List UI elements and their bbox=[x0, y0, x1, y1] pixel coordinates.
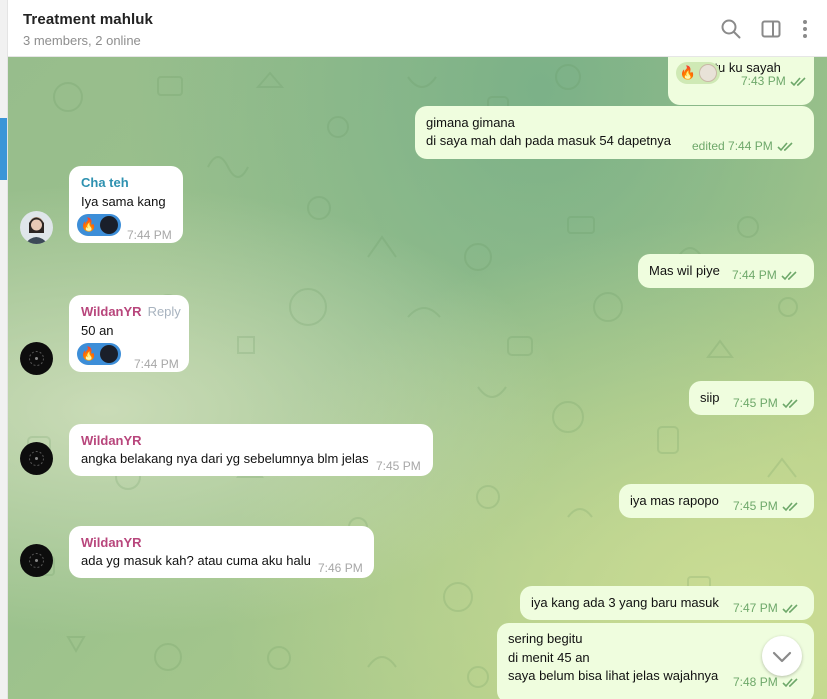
reaction-emoji: 🔥 bbox=[80, 217, 98, 232]
sender-name[interactable]: Cha teh bbox=[81, 174, 129, 192]
reactor-avatar bbox=[699, 64, 717, 82]
chat-area[interactable]: di bantu ku sayah 🔥 7:43 PM gimana giman… bbox=[8, 57, 827, 699]
reaction-emoji: 🔥 bbox=[679, 65, 697, 80]
chat-title[interactable]: Treatment mahluk bbox=[23, 11, 153, 28]
message-bubble-incoming[interactable]: WildanYR angka belakang nya dari yg sebe… bbox=[69, 424, 433, 476]
chat-header: Treatment mahluk 3 members, 2 online bbox=[8, 0, 827, 57]
chevron-down-icon bbox=[772, 651, 792, 663]
more-vertical-icon[interactable] bbox=[793, 17, 817, 41]
message-timestamp: 7:44 PM bbox=[127, 228, 172, 242]
avatar-wildanyr[interactable] bbox=[20, 342, 53, 375]
double-check-icon bbox=[782, 604, 798, 614]
message-timestamp: edited 7:44 PM bbox=[692, 137, 795, 155]
double-check-icon bbox=[782, 678, 798, 688]
avatar-wildanyr[interactable] bbox=[20, 544, 53, 577]
left-panel-edge bbox=[0, 0, 8, 699]
reactor-avatar bbox=[100, 345, 118, 363]
sender-name[interactable]: WildanYR bbox=[81, 432, 142, 450]
message-bubble-outgoing[interactable]: gimana gimana di saya mah dah pada masuk… bbox=[415, 106, 814, 159]
double-check-icon bbox=[777, 142, 793, 152]
message-text-line: di saya mah dah pada masuk 54 dapetnya bbox=[426, 133, 672, 148]
message-text: siip bbox=[700, 390, 720, 405]
sender-name[interactable]: WildanYR bbox=[81, 304, 142, 319]
message-text: angka belakang nya dari yg sebelumnya bl… bbox=[81, 451, 369, 466]
message-timestamp: 7:47 PM bbox=[733, 599, 800, 617]
chat-subtitle: 3 members, 2 online bbox=[23, 33, 141, 48]
message-text: Iya sama kang bbox=[81, 194, 166, 209]
double-check-icon bbox=[782, 399, 798, 409]
message-timestamp: 7:44 PM bbox=[732, 266, 799, 284]
message-bubble-incoming[interactable]: WildanYR ada yg masuk kah? atau cuma aku… bbox=[69, 526, 374, 578]
message-timestamp: 7:45 PM bbox=[376, 459, 421, 473]
message-timestamp: 7:45 PM bbox=[733, 394, 800, 412]
message-bubble-outgoing[interactable]: Mas wil piye 7:44 PM bbox=[638, 254, 814, 288]
message-bubble-outgoing[interactable]: iya kang ada 3 yang baru masuk 7:47 PM bbox=[520, 586, 814, 620]
message-timestamp: 7:45 PM bbox=[733, 497, 800, 515]
message-text: 50 an bbox=[81, 323, 114, 338]
message-text: Mas wil piye bbox=[649, 263, 720, 278]
message-reactions[interactable]: 🔥 bbox=[77, 214, 121, 236]
message-reactions[interactable]: 🔥 bbox=[77, 343, 121, 365]
scroll-down-button[interactable] bbox=[762, 636, 802, 676]
message-bubble-outgoing[interactable]: iya mas rapopo 7:45 PM bbox=[619, 484, 814, 518]
message-timestamp: 7:43 PM bbox=[741, 72, 808, 90]
message-timestamp: 7:46 PM bbox=[318, 561, 363, 575]
left-panel-accent bbox=[0, 118, 7, 180]
message-text-line: di menit 45 an bbox=[508, 650, 590, 665]
sender-name[interactable]: WildanYR bbox=[81, 534, 142, 552]
message-text: iya mas rapopo bbox=[630, 493, 719, 508]
message-text-line: sering begitu bbox=[508, 631, 583, 646]
double-check-icon bbox=[782, 502, 798, 512]
message-bubble-incoming[interactable]: WildanYR Reply 50 an 🔥 7:44 PM bbox=[69, 295, 189, 372]
double-check-icon bbox=[790, 77, 806, 87]
message-bubble-outgoing[interactable]: siip 7:45 PM bbox=[689, 381, 814, 415]
reactor-avatar bbox=[100, 216, 118, 234]
message-timestamp: 7:44 PM bbox=[134, 357, 179, 371]
reply-link[interactable]: Reply bbox=[148, 304, 181, 319]
sidebar-toggle-icon[interactable] bbox=[759, 17, 783, 41]
avatar-wildanyr[interactable] bbox=[20, 442, 53, 475]
message-text: ada yg masuk kah? atau cuma aku halu bbox=[81, 553, 311, 568]
reaction-emoji: 🔥 bbox=[80, 346, 98, 361]
edited-label: edited bbox=[692, 139, 725, 153]
avatar-chateh[interactable] bbox=[20, 211, 53, 244]
search-icon[interactable] bbox=[719, 17, 743, 41]
message-text: iya kang ada 3 yang baru masuk bbox=[531, 595, 719, 610]
message-bubble-incoming[interactable]: Cha teh Iya sama kang 🔥 7:44 PM bbox=[69, 166, 183, 243]
message-bubble-outgoing[interactable]: di bantu ku sayah 🔥 7:43 PM bbox=[668, 57, 814, 105]
message-text-line: gimana gimana bbox=[426, 115, 515, 130]
message-reactions[interactable]: 🔥 bbox=[676, 62, 720, 84]
double-check-icon bbox=[781, 271, 797, 281]
message-text-line: saya belum bisa lihat jelas wajahnya bbox=[508, 668, 719, 683]
